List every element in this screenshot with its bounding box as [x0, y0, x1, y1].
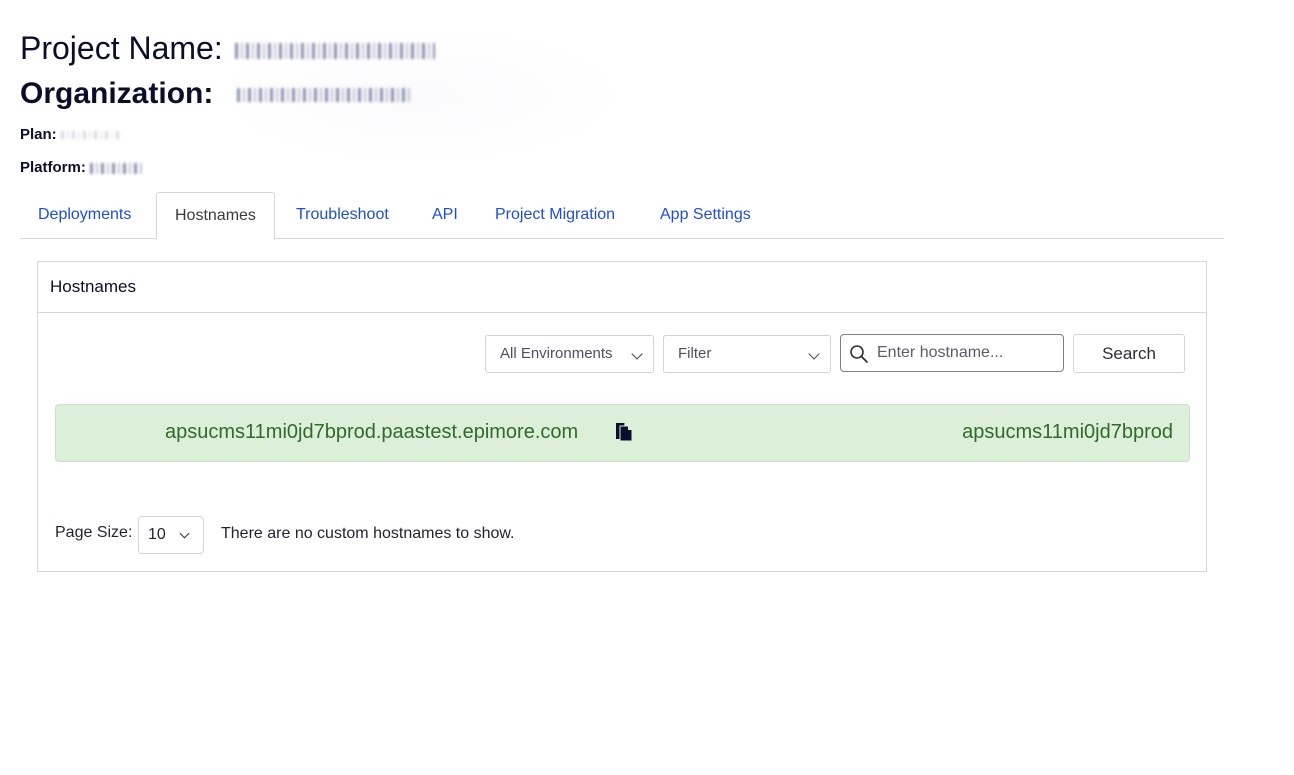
panel-title: Hostnames	[38, 262, 1206, 313]
filter-select[interactable]: Filter	[663, 335, 831, 373]
tab-troubleshoot[interactable]: Troubleshoot	[278, 192, 407, 239]
plan-label: Plan:	[20, 126, 57, 143]
project-name-heading: Project Name:	[20, 30, 435, 67]
organization-label: Organization:	[20, 77, 214, 110]
hostname-row: apsucms11mi0jd7bprod.paastest.epimore.co…	[55, 404, 1190, 462]
tab-deployments[interactable]: Deployments	[20, 192, 149, 239]
platform-label: Platform:	[20, 159, 86, 176]
search-button[interactable]: Search	[1073, 334, 1185, 373]
chevron-down-icon	[179, 528, 190, 539]
project-tabs: Deployments Hostnames Troubleshoot API P…	[20, 192, 1224, 240]
redacted-organization	[237, 88, 412, 102]
environment-select[interactable]: All Environments	[485, 335, 654, 373]
chevron-down-icon	[808, 348, 820, 360]
page-size-label: Page Size:	[55, 524, 133, 541]
hostname-search-box	[840, 334, 1064, 372]
search-icon	[850, 345, 868, 363]
environment-select-value: All Environments	[500, 345, 613, 362]
filter-select-value: Filter	[678, 345, 712, 362]
redacted-plan	[61, 131, 121, 139]
redacted-platform	[90, 163, 142, 174]
platform-line: Platform:	[20, 159, 142, 176]
tab-api[interactable]: API	[414, 192, 476, 239]
tab-hostnames[interactable]: Hostnames	[156, 192, 275, 240]
hostname-search-input[interactable]	[877, 335, 1057, 371]
copy-icon[interactable]	[613, 421, 635, 443]
project-name-label: Project Name:	[20, 30, 223, 66]
chevron-down-icon	[631, 348, 643, 360]
redacted-project-name	[235, 43, 435, 59]
tab-app-settings[interactable]: App Settings	[642, 192, 769, 239]
hostname-environment: apsucms11mi0jd7bprod	[962, 421, 1173, 443]
tab-project-migration[interactable]: Project Migration	[477, 192, 633, 239]
organization-heading: Organization:	[20, 77, 412, 111]
hostnames-panel: Hostnames All Environments Filter Search…	[37, 261, 1207, 572]
page-size-value: 10	[148, 526, 166, 543]
hostname-link[interactable]: apsucms11mi0jd7bprod.paastest.epimore.co…	[165, 421, 578, 444]
empty-custom-hostnames-message: There are no custom hostnames to show.	[221, 525, 515, 542]
plan-line: Plan:	[20, 126, 121, 143]
page-size-select[interactable]: 10	[138, 516, 204, 554]
